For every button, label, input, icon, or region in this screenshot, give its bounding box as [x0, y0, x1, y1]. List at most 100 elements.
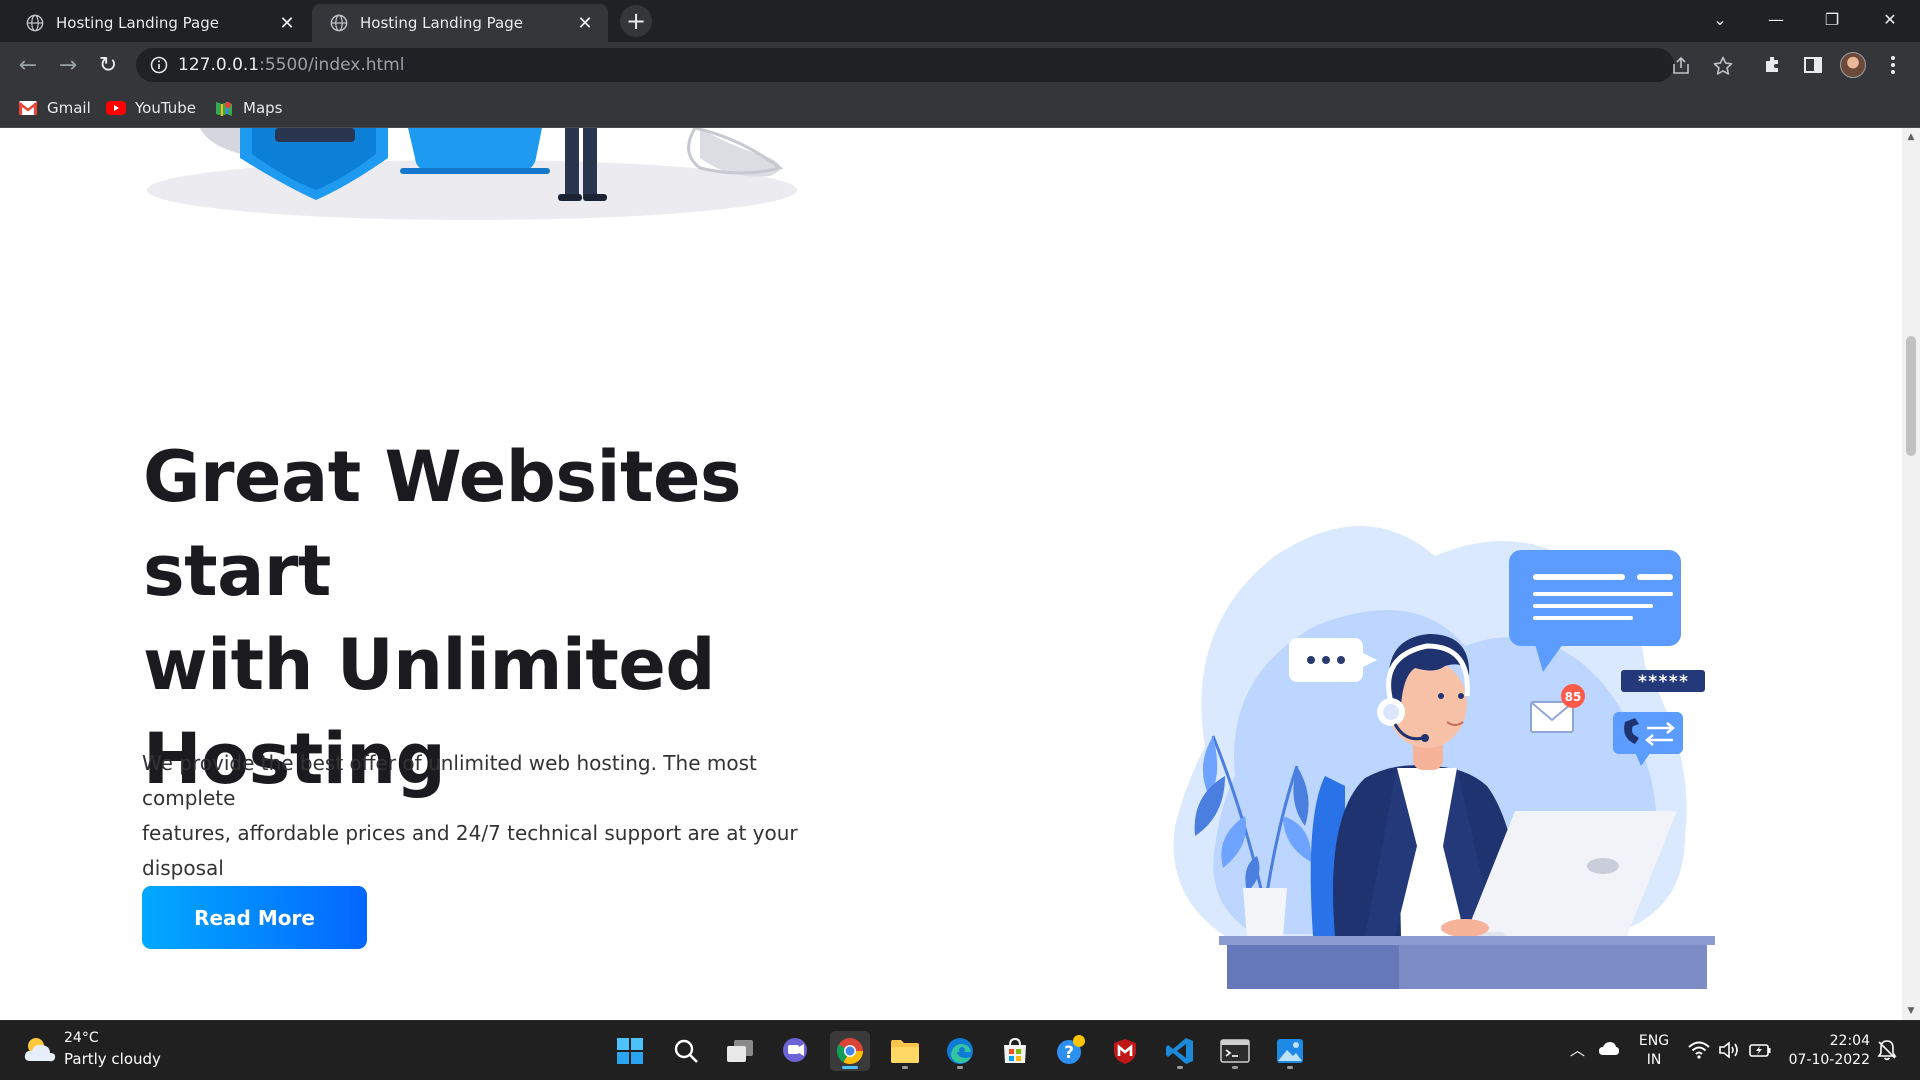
system-clock[interactable]: 22:04 07-10-2022	[1780, 1032, 1870, 1070]
browser-toolbar: ← → ↻ 127.0.0.1:5500/index.html	[0, 42, 1920, 88]
partly-cloudy-icon[interactable]	[22, 1033, 58, 1067]
password-mask: *****	[1637, 672, 1688, 692]
forward-icon[interactable]: →	[52, 49, 84, 81]
hero-description-line: We provide the best offer of unlimited w…	[142, 751, 757, 810]
reload-icon[interactable]: ↻	[92, 49, 124, 81]
store-icon	[1004, 1037, 1026, 1063]
gmail-icon	[18, 101, 38, 115]
extensions-icon[interactable]	[1760, 52, 1786, 78]
running-indicator	[1177, 1066, 1183, 1069]
youtube-icon	[106, 101, 126, 115]
chrome-icon	[836, 1038, 864, 1065]
browser-tab-1[interactable]: Hosting Landing Page ✕	[8, 4, 310, 42]
url-text: 127.0.0.1:5500/index.html	[178, 55, 404, 75]
language-code: ENG	[1638, 1033, 1670, 1049]
globe-icon	[330, 14, 348, 32]
get-help-button[interactable]: ?	[1050, 1031, 1090, 1071]
volume-icon[interactable]	[1718, 1041, 1740, 1059]
mcafee-shield-icon	[1114, 1039, 1136, 1064]
hero-heading-line: with Unlimited	[143, 624, 715, 706]
bookmark-gmail[interactable]: Gmail	[18, 96, 91, 120]
vscode-button[interactable]	[1160, 1031, 1200, 1071]
teams-chat-button[interactable]	[775, 1031, 815, 1071]
photos-icon	[1277, 1039, 1303, 1063]
svg-text:?: ?	[1064, 1043, 1074, 1063]
wifi-icon[interactable]	[1688, 1041, 1710, 1059]
scroll-down-icon[interactable]: ▼	[1906, 1006, 1916, 1016]
bookmark-label: Gmail	[47, 99, 91, 117]
address-bar[interactable]: 127.0.0.1:5500/index.html	[136, 48, 1733, 82]
scrollbar-thumb[interactable]	[1906, 336, 1916, 456]
bookmark-star-icon[interactable]	[1712, 55, 1734, 77]
running-indicator	[902, 1066, 908, 1069]
tab-title: Hosting Landing Page	[56, 14, 219, 32]
back-icon[interactable]: ←	[12, 49, 44, 81]
globe-icon	[26, 14, 44, 32]
chat-icon	[783, 1038, 807, 1062]
close-tab-icon[interactable]: ✕	[274, 10, 300, 36]
search-button[interactable]	[666, 1031, 706, 1071]
bookmark-label: Maps	[243, 99, 283, 117]
folder-icon	[891, 1040, 919, 1063]
terminal-icon	[1220, 1039, 1250, 1063]
clock-time: 22:04	[1829, 1033, 1870, 1049]
restore-icon[interactable]: ❐	[1804, 0, 1860, 38]
new-tab-button[interactable]: +	[620, 5, 652, 37]
page-viewport: Great Websites start with Unlimited Host…	[0, 128, 1920, 1020]
mcafee-button[interactable]	[1105, 1031, 1145, 1071]
bookmark-label: YouTube	[135, 99, 196, 117]
read-more-button[interactable]: Read More	[142, 886, 367, 949]
edge-button[interactable]	[940, 1031, 980, 1071]
bookmark-maps[interactable]: Maps	[214, 96, 282, 120]
share-icon[interactable]	[1670, 55, 1692, 77]
support-agent-illustration: ***** 85	[1173, 526, 1715, 989]
close-window-icon[interactable]: ✕	[1862, 0, 1918, 38]
running-indicator	[842, 1066, 858, 1069]
hero-description-line: disposal	[142, 856, 224, 880]
security-illustration	[147, 128, 797, 220]
close-tab-icon[interactable]: ✕	[572, 10, 598, 36]
vscode-icon	[1166, 1038, 1193, 1064]
hero-description: We provide the best offer of unlimited w…	[142, 746, 842, 886]
file-explorer-button[interactable]	[885, 1031, 925, 1071]
browser-tab-2[interactable]: Hosting Landing Page ✕	[312, 4, 608, 42]
info-icon	[150, 56, 168, 74]
url-path: :5500/index.html	[259, 55, 405, 75]
input-language[interactable]: ENG IN	[1636, 1032, 1672, 1070]
terminal-button[interactable]	[1215, 1031, 1255, 1071]
task-view-icon	[727, 1040, 753, 1062]
tab-title: Hosting Landing Page	[360, 14, 523, 32]
notification-icon[interactable]	[1876, 1039, 1898, 1061]
hero-description-line: features, affordable prices and 24/7 tec…	[142, 821, 798, 845]
running-indicator	[1232, 1066, 1238, 1069]
task-view-button[interactable]	[720, 1031, 760, 1071]
show-hidden-icons[interactable]: ︿	[1570, 1039, 1585, 1060]
bookmark-youtube[interactable]: YouTube	[106, 96, 196, 120]
bookmarks-bar: Gmail YouTube Maps	[0, 88, 1920, 128]
battery-charging-icon[interactable]	[1748, 1041, 1772, 1059]
store-button[interactable]	[995, 1031, 1035, 1071]
hero-heading-line: Great Websites start	[143, 436, 742, 612]
page-scrollbar[interactable]: ▲ ▼	[1902, 128, 1920, 1020]
profile-avatar[interactable]	[1840, 52, 1866, 78]
browser-tab-bar: Hosting Landing Page ✕ Hosting Landing P…	[0, 0, 1920, 42]
onedrive-cloud-icon[interactable]	[1598, 1041, 1620, 1057]
menu-kebab-icon[interactable]	[1880, 52, 1906, 78]
search-icon	[674, 1039, 698, 1063]
start-button[interactable]	[610, 1031, 650, 1071]
scroll-up-icon[interactable]: ▲	[1906, 132, 1916, 142]
minimize-icon[interactable]: —	[1748, 0, 1804, 38]
url-host: 127.0.0.1	[178, 55, 260, 75]
tab-search-icon[interactable]: ⌄	[1692, 0, 1748, 38]
region-code: IN	[1646, 1052, 1662, 1068]
clock-date: 07-10-2022	[1788, 1052, 1870, 1068]
chrome-taskbar-button[interactable]	[830, 1031, 870, 1071]
side-panel-icon[interactable]	[1800, 52, 1826, 78]
maps-icon	[216, 102, 232, 116]
windows-logo-icon	[617, 1038, 643, 1064]
edge-icon	[947, 1038, 973, 1064]
photos-button[interactable]	[1270, 1031, 1310, 1071]
running-indicator	[957, 1066, 963, 1069]
windows-taskbar: 24°C Partly cloudy ? ︿ ENG IN 22:04 07-1…	[0, 1020, 1920, 1080]
help-icon: ?	[1057, 1035, 1085, 1064]
